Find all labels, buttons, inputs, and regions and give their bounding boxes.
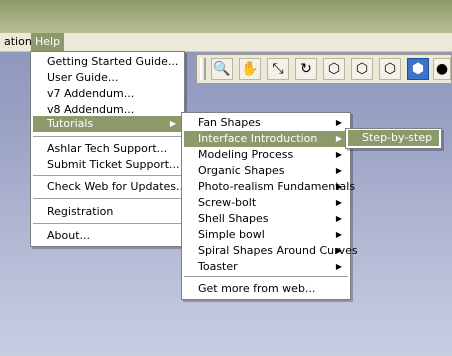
- submenu-spiral-shapes-label: Spiral Shapes Around Curves: [198, 244, 358, 257]
- help-menu: Getting Started Guide... User Guide... v…: [30, 51, 187, 247]
- submenu-modeling-process[interactable]: Modeling Process ▶: [184, 147, 348, 163]
- submenu-simple-bowl[interactable]: Simple bowl ▶: [184, 227, 348, 243]
- submenu-toaster-label: Toaster: [198, 260, 238, 273]
- submenu-step-by-step[interactable]: Step-by-step: [348, 130, 439, 146]
- render-sphere-icon[interactable]: ●: [433, 58, 451, 80]
- submenu-arrow-icon: ▶: [335, 134, 342, 143]
- submenu-toaster[interactable]: Toaster ▶: [184, 259, 348, 275]
- submenu-shell-shapes[interactable]: Shell Shapes ▶: [184, 211, 348, 227]
- submenu-arrow-icon: ▶: [335, 118, 342, 127]
- scale-icon[interactable]: ⤡: [267, 58, 289, 80]
- hidden-line-cube-icon[interactable]: ⬡: [351, 58, 373, 80]
- menu-registration[interactable]: Registration: [33, 204, 182, 220]
- submenu-interface-introduction[interactable]: Interface Introduction ▶: [184, 131, 348, 147]
- menu-separator: [33, 223, 182, 224]
- submenu-get-more-from-web[interactable]: Get more from web...: [184, 281, 348, 297]
- submenu-arrow-icon: ▶: [335, 230, 342, 239]
- submenu-interface-introduction-label: Interface Introduction: [198, 132, 318, 145]
- view-toolbar: 🔍 ✋ ⤡ ↻ ⬡ ⬡ ⬡ ⬢ ●: [196, 54, 452, 84]
- menu-separator: [33, 136, 182, 137]
- rotate-view-icon[interactable]: ↻: [295, 58, 317, 80]
- submenu-spiral-shapes[interactable]: Spiral Shapes Around Curves ▶: [184, 243, 358, 259]
- menu-check-updates[interactable]: Check Web for Updates...: [33, 179, 187, 195]
- shaded-cube-icon[interactable]: ⬢: [407, 58, 429, 80]
- submenu-photo-realism[interactable]: Photo-realism Fundamentals ▶: [184, 179, 355, 195]
- submenu-fan-shapes[interactable]: Fan Shapes ▶: [184, 115, 348, 131]
- submenu-organic-shapes[interactable]: Organic Shapes ▶: [184, 163, 348, 179]
- tutorials-submenu: Fan Shapes ▶ Interface Introduction ▶ Mo…: [181, 112, 358, 300]
- submenu-arrow-icon: ▶: [335, 198, 342, 207]
- interface-introduction-submenu: Step-by-step: [345, 128, 442, 149]
- menu-about[interactable]: About...: [33, 228, 182, 244]
- menu-tutorials[interactable]: Tutorials ▶: [33, 116, 182, 132]
- submenu-arrow-icon: ▶: [335, 182, 342, 191]
- outline-cube-icon[interactable]: ⬡: [379, 58, 401, 80]
- menu-getting-started[interactable]: Getting Started Guide...: [33, 54, 182, 70]
- menu-user-guide[interactable]: User Guide...: [33, 70, 182, 86]
- toolbar-grip[interactable]: [200, 58, 206, 80]
- submenu-arrow-icon: ▶: [335, 262, 342, 271]
- submenu-shell-shapes-label: Shell Shapes: [198, 212, 269, 225]
- submenu-arrow-icon: ▶: [335, 214, 342, 223]
- window-titlebar: [0, 0, 452, 33]
- submenu-organic-shapes-label: Organic Shapes: [198, 164, 285, 177]
- submenu-screw-bolt-label: Screw-bolt: [198, 196, 257, 209]
- menu-separator: [33, 175, 182, 176]
- submenu-arrow-icon: ▶: [169, 119, 176, 128]
- submenu-simple-bowl-label: Simple bowl: [198, 228, 265, 241]
- hand-pan-icon[interactable]: ✋: [239, 58, 261, 80]
- menu-separator: [184, 276, 348, 277]
- menu-submit-ticket[interactable]: Submit Ticket Support...: [33, 157, 182, 173]
- menu-item-help[interactable]: Help: [31, 33, 65, 51]
- submenu-arrow-icon: ▶: [335, 246, 342, 255]
- menu-separator: [33, 198, 182, 199]
- submenu-photo-realism-label: Photo-realism Fundamentals: [198, 180, 356, 193]
- wireframe-cube-icon[interactable]: ⬡: [323, 58, 345, 80]
- zoom-icon[interactable]: 🔍: [211, 58, 233, 80]
- menu-tutorials-label: Tutorials: [47, 117, 94, 130]
- submenu-screw-bolt[interactable]: Screw-bolt ▶: [184, 195, 348, 211]
- submenu-fan-shapes-label: Fan Shapes: [198, 116, 261, 129]
- menu-bar: ation Help: [0, 33, 452, 52]
- menu-ashlar-support[interactable]: Ashlar Tech Support...: [33, 141, 182, 157]
- submenu-arrow-icon: ▶: [335, 166, 342, 175]
- submenu-modeling-process-label: Modeling Process: [198, 148, 294, 161]
- menu-v7-addendum[interactable]: v7 Addendum...: [33, 86, 182, 102]
- submenu-arrow-icon: ▶: [335, 150, 342, 159]
